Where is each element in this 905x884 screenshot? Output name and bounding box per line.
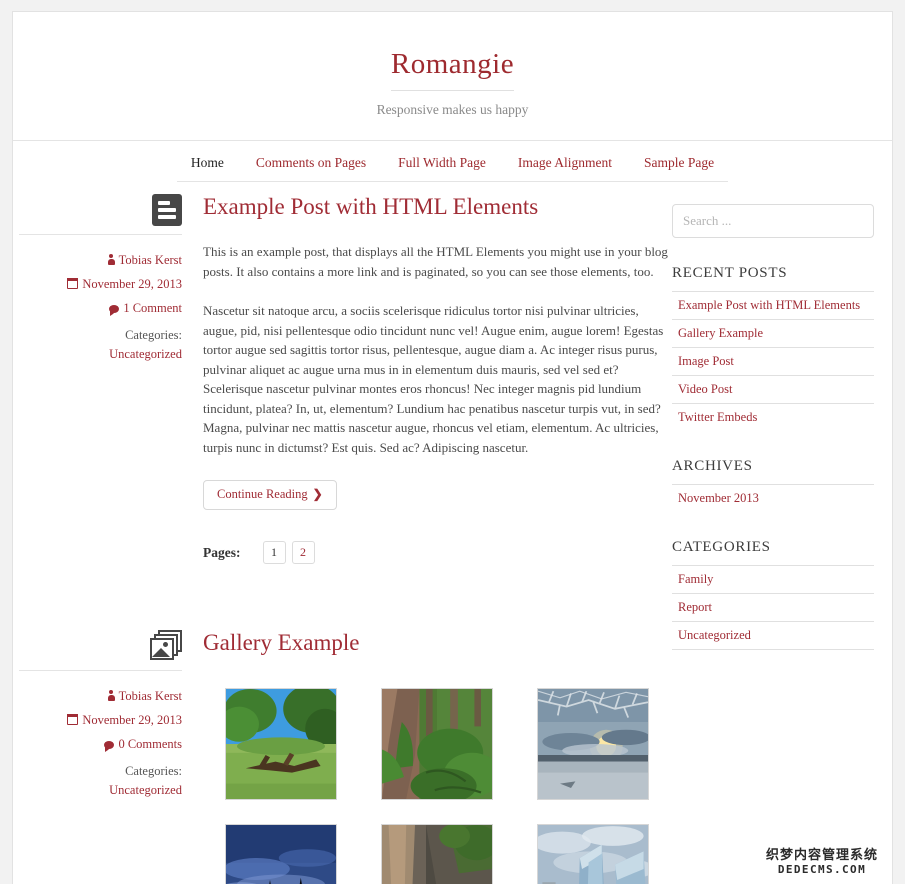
chevron-right-icon: ❯ — [312, 487, 323, 502]
page-number-2[interactable]: 2 — [291, 541, 315, 565]
category-item[interactable]: Report — [672, 593, 874, 621]
post-date[interactable]: November 29, 2013 — [19, 272, 182, 296]
recent-post-item[interactable]: Example Post with HTML Elements — [672, 291, 874, 319]
gallery-cell — [203, 824, 359, 884]
sidebar: RECENT POSTS Example Post with HTML Elem… — [672, 182, 874, 884]
gallery-thumb-bare-branches-sunset-over-snow[interactable] — [537, 688, 649, 801]
post-title[interactable]: Example Post with HTML Elements — [203, 192, 672, 222]
recent-post-item[interactable]: Image Post — [672, 347, 874, 375]
gallery-thumb-meadow-with-fallen-log[interactable] — [225, 688, 337, 801]
pagination-label: Pages: — [203, 544, 241, 560]
site-title[interactable]: Romangie — [390, 48, 515, 92]
user-icon — [107, 254, 115, 266]
post-comment-text: 1 Comment — [123, 301, 182, 316]
site-header: Romangie Responsive makes us happy — [13, 12, 892, 142]
gallery-thumb-dusk-sky-over-pine-trees[interactable] — [225, 824, 337, 884]
post-body: Gallery Example — [182, 618, 672, 884]
gallery-grid — [203, 688, 671, 884]
main-layout: Tobias Kerst November 29, 2013 1 Comment… — [13, 182, 892, 884]
gallery-cell — [359, 824, 515, 884]
gallery-cell — [203, 688, 359, 801]
post-comment-count[interactable]: 0 Comments — [19, 732, 182, 756]
gallery-cell — [515, 688, 671, 801]
post-comment-count[interactable]: 1 Comment — [19, 296, 182, 320]
calendar-icon — [66, 713, 79, 726]
watermark-en: DEDECMS.COM — [765, 864, 878, 875]
widget-categories: CATEGORIES Family Report Uncategorized — [672, 539, 874, 651]
meta-divider — [19, 670, 182, 672]
post-title[interactable]: Gallery Example — [203, 628, 672, 658]
post-example-html-elements: Tobias Kerst November 29, 2013 1 Comment… — [19, 182, 672, 565]
meta-divider — [19, 234, 182, 236]
post-author[interactable]: Tobias Kerst — [19, 684, 182, 708]
continue-reading-label: Continue Reading — [217, 487, 308, 502]
gallery-cell — [359, 688, 515, 801]
nav-item-sample-page[interactable]: Sample Page — [630, 155, 728, 171]
recent-post-item[interactable]: Twitter Embeds — [672, 403, 874, 431]
comment-icon — [109, 305, 120, 317]
gallery-thumb-mossy-forest-tree-trunk[interactable] — [381, 688, 493, 801]
archive-item[interactable]: November 2013 — [672, 484, 874, 512]
post-author-name: Tobias Kerst — [118, 253, 182, 268]
post-meta: Tobias Kerst November 29, 2013 1 Comment… — [19, 182, 182, 564]
site-container: Romangie Responsive makes us happy Home … — [12, 11, 893, 884]
post-categories-label: Categories: — [125, 764, 182, 779]
gallery-thumb-rocky-gorge-with-stream[interactable] — [381, 824, 493, 884]
gallery-cell — [515, 824, 671, 884]
category-item[interactable]: Family — [672, 565, 874, 593]
nav-item-home[interactable]: Home — [177, 155, 238, 171]
recent-posts-list: Example Post with HTML Elements Gallery … — [672, 291, 874, 431]
search-input[interactable] — [672, 204, 874, 239]
post-author-name: Tobias Kerst — [118, 689, 182, 704]
post-gallery-example: Tobias Kerst November 29, 2013 0 Comment… — [19, 618, 672, 884]
post-categories-label: Categories: — [125, 328, 182, 343]
post-date-text: November 29, 2013 — [82, 713, 182, 728]
post-pagination: Pages: 1 2 — [203, 541, 672, 565]
watermark-cn: 织梦内容管理系统 — [765, 848, 878, 863]
nav-list: Home Comments on Pages Full Width Page I… — [176, 154, 729, 183]
post-date[interactable]: November 29, 2013 — [19, 708, 182, 732]
post-date-text: November 29, 2013 — [82, 277, 182, 292]
widget-archives: ARCHIVES November 2013 — [672, 458, 874, 512]
site-description: Responsive makes us happy — [376, 102, 529, 118]
text-post-icon — [152, 194, 182, 227]
post-comment-text: 0 Comments — [118, 737, 182, 752]
nav-item-full-width-page[interactable]: Full Width Page — [384, 155, 500, 171]
watermark: 织梦内容管理系统 DEDECMS.COM — [765, 848, 878, 875]
post-format-icon-wrap — [19, 182, 182, 234]
post-body: Example Post with HTML Elements This is … — [182, 182, 672, 565]
post-paragraph-2: Nascetur sit natoque arcu, a sociis scel… — [203, 303, 664, 455]
widget-recent-posts: RECENT POSTS Example Post with HTML Elem… — [672, 265, 874, 431]
post-format-icon-wrap — [19, 618, 182, 670]
widget-title-recent-posts: RECENT POSTS — [672, 265, 788, 282]
post-author[interactable]: Tobias Kerst — [19, 248, 182, 272]
calendar-icon — [66, 277, 79, 290]
recent-post-item[interactable]: Gallery Example — [672, 319, 874, 347]
comment-icon — [104, 741, 115, 753]
recent-post-item[interactable]: Video Post — [672, 375, 874, 403]
primary-navigation: Home Comments on Pages Full Width Page I… — [13, 141, 892, 183]
post-categories-value[interactable]: Uncategorized — [19, 781, 182, 800]
widget-title-categories: CATEGORIES — [672, 539, 771, 556]
archives-list: November 2013 — [672, 484, 874, 512]
continue-reading-button[interactable]: Continue Reading ❯ — [203, 480, 337, 511]
content-column: Tobias Kerst November 29, 2013 1 Comment… — [19, 182, 672, 884]
category-item[interactable]: Uncategorized — [672, 621, 874, 651]
nav-item-image-alignment[interactable]: Image Alignment — [504, 155, 626, 171]
user-icon — [107, 690, 115, 702]
widget-title-archives: ARCHIVES — [672, 458, 753, 475]
gallery-post-icon — [150, 630, 182, 662]
gallery-thumb-glass-skyscrapers-city[interactable] — [537, 824, 649, 884]
post-meta: Tobias Kerst November 29, 2013 0 Comment… — [19, 618, 182, 884]
page-number-1[interactable]: 1 — [262, 541, 286, 565]
post-categories-value[interactable]: Uncategorized — [19, 345, 182, 364]
categories-list: Family Report Uncategorized — [672, 565, 874, 651]
post-paragraph-1: This is an example post, that displays a… — [203, 244, 668, 279]
nav-item-comments-on-pages[interactable]: Comments on Pages — [242, 155, 380, 171]
